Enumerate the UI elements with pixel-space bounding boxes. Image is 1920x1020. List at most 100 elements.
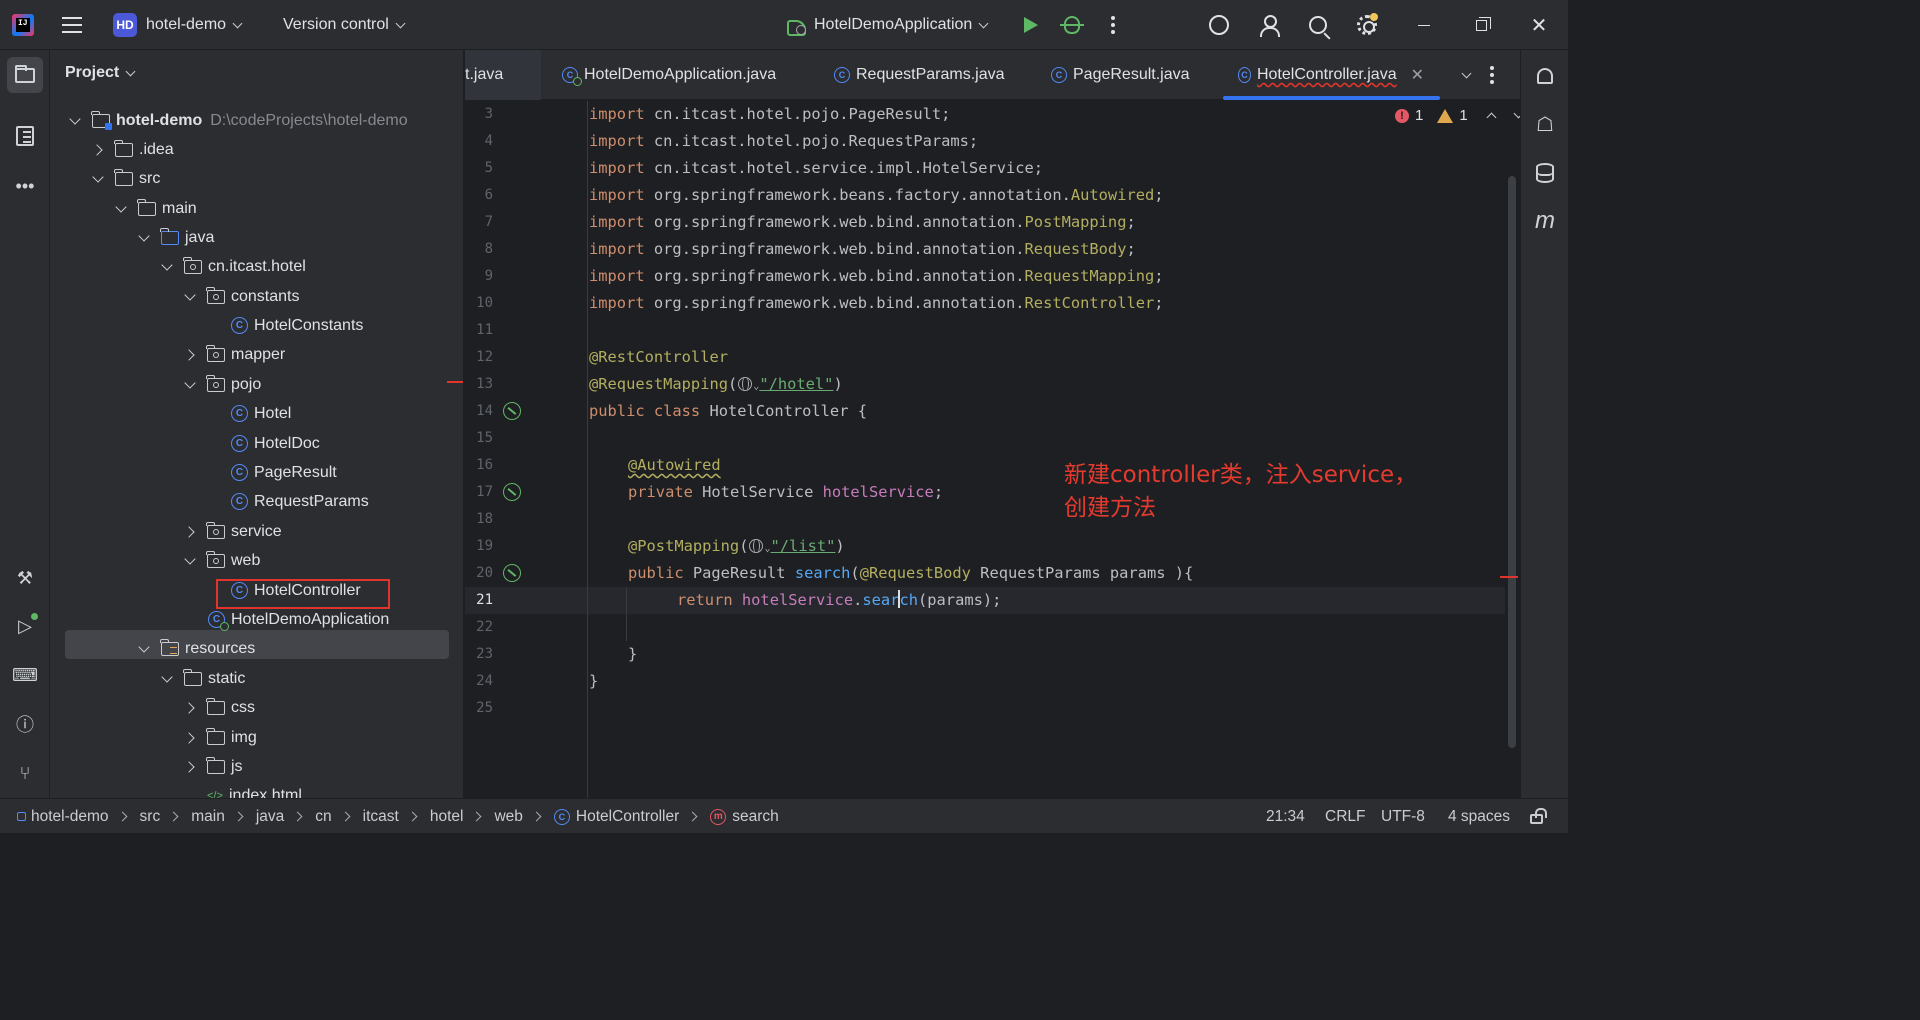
breadcrumb-item[interactable]: src <box>140 808 161 826</box>
collapse-arrow-icon[interactable] <box>182 731 197 745</box>
tree-item-web[interactable]: web <box>183 546 260 575</box>
expand-arrow-icon[interactable] <box>183 552 197 568</box>
chevron-up-icon[interactable] <box>1486 112 1497 123</box>
tree-item-hoteldoc[interactable]: C HotelDoc <box>231 429 320 458</box>
expand-arrow-icon[interactable] <box>137 640 151 656</box>
tree-item-main[interactable]: main <box>114 194 197 223</box>
collapse-arrow-icon[interactable] <box>182 760 197 774</box>
maven-button[interactable]: m <box>1531 207 1559 235</box>
structure-tool-button[interactable] <box>7 118 43 154</box>
git-tool-button[interactable]: ⑂ <box>7 755 43 791</box>
error-stripe-mark[interactable] <box>1500 576 1518 578</box>
globe-icon[interactable] <box>749 539 764 553</box>
breadcrumb-item[interactable]: hotel <box>430 808 464 826</box>
tree-item-service[interactable]: service <box>182 517 282 546</box>
breadcrumb-item[interactable]: java <box>256 808 284 826</box>
spring-autowired-gutter-icon[interactable] <box>503 483 521 501</box>
more-actions-button[interactable] <box>1098 10 1128 40</box>
tab-pageresult[interactable]: C PageResult.java <box>1051 50 1190 100</box>
expand-arrow-icon[interactable] <box>183 376 197 392</box>
tree-item-requestparams[interactable]: C RequestParams <box>231 487 369 516</box>
breadcrumb-item[interactable]: web <box>494 808 522 826</box>
file-encoding[interactable]: UTF-8 <box>1381 799 1425 834</box>
build-tool-button[interactable]: ⚒ <box>7 560 43 596</box>
collapse-arrow-icon[interactable] <box>182 348 197 362</box>
tree-item-hotel-demo[interactable]: hotel-demo D:\codeProjects\hotel-demo <box>68 106 408 135</box>
tree-item-mapper[interactable]: mapper <box>182 340 285 369</box>
collapse-arrow-icon[interactable] <box>90 143 105 157</box>
code-editor[interactable]: 3 4 5 6 7 8 9 10 11 12 13 14 15 16 17 18… <box>465 101 1520 798</box>
expand-arrow-icon[interactable] <box>183 288 197 304</box>
database-button[interactable] <box>1531 159 1559 187</box>
main-menu-icon[interactable] <box>60 0 84 50</box>
breadcrumb-item[interactable]: hotel-demo <box>31 808 109 826</box>
notifications-button[interactable] <box>1531 62 1559 90</box>
tree-item-hotel[interactable]: C Hotel <box>231 399 291 428</box>
tab-requestparams[interactable]: C RequestParams.java <box>834 50 1005 100</box>
ai-chat-button[interactable]: ☖ <box>1531 110 1559 138</box>
project-tool-button[interactable] <box>7 57 43 93</box>
tab-hotelcontroller[interactable]: C HotelController.java ✕ <box>1223 50 1440 100</box>
spring-bean-gutter-icon[interactable] <box>503 402 521 420</box>
project-switcher[interactable]: HD hotel-demo <box>113 0 243 50</box>
collapse-arrow-icon[interactable] <box>182 701 197 715</box>
tree-item-pageresult[interactable]: C PageResult <box>231 458 337 487</box>
code-with-me-button[interactable] <box>1255 10 1285 40</box>
tree-item-cn-itcast-hotel[interactable]: cn.itcast.hotel <box>160 252 306 281</box>
line-separator[interactable]: CRLF <box>1325 799 1365 834</box>
expand-arrow-icon[interactable] <box>160 258 174 274</box>
project-panel-header[interactable]: Project <box>65 64 136 82</box>
tab-hoteldemoapplication[interactable]: C HotelDemoApplication.java <box>562 50 776 100</box>
version-control-menu[interactable]: Version control <box>283 0 406 50</box>
breadcrumb-item[interactable]: main <box>191 808 225 826</box>
close-window-button[interactable]: ✕ <box>1511 0 1567 50</box>
minimize-button[interactable] <box>1396 0 1452 50</box>
search-everywhere-button[interactable] <box>1303 10 1333 40</box>
expand-arrow-icon[interactable] <box>91 170 105 186</box>
spring-endpoint-gutter-icon[interactable] <box>503 564 521 582</box>
tree-item-hoteldemoapplication[interactable]: C HotelDemoApplication <box>208 605 389 634</box>
tree-item-js[interactable]: js <box>182 752 243 781</box>
problems-tool-button[interactable]: ⓘ <box>7 706 43 742</box>
tree-item-resources[interactable]: resources <box>137 634 255 663</box>
tree-item-src[interactable]: src <box>91 164 160 193</box>
caret-position[interactable]: 21:34 <box>1266 799 1305 834</box>
expand-arrow-icon[interactable] <box>160 670 174 686</box>
breadcrumb-item[interactable]: cn <box>315 808 331 826</box>
tab-more-button[interactable] <box>1490 50 1494 100</box>
services-tool-button[interactable]: ▷ <box>7 608 43 644</box>
debug-button[interactable] <box>1057 10 1087 40</box>
tree-item-img[interactable]: img <box>182 723 257 752</box>
tree-item-index-html[interactable]: </> index.html <box>207 781 302 799</box>
tree-item-java[interactable]: java <box>137 223 214 252</box>
indent-setting[interactable]: 4 spaces <box>1448 799 1510 834</box>
tree-item-idea[interactable]: .idea <box>90 135 174 164</box>
settings-button[interactable] <box>1352 10 1382 40</box>
expand-arrow-icon[interactable] <box>137 229 151 245</box>
terminal-tool-button[interactable]: ⌨ <box>7 657 43 693</box>
expand-arrow-icon[interactable] <box>114 200 128 216</box>
editor-scrollbar[interactable] <box>1508 176 1516 748</box>
ai-assistant-button[interactable] <box>1204 10 1234 40</box>
run-configuration-selector[interactable]: HotelDemoApplication <box>786 0 989 50</box>
tab-previous-java[interactable]: t.java <box>465 50 542 100</box>
globe-icon[interactable] <box>738 377 753 391</box>
expand-arrow-icon[interactable] <box>68 112 82 128</box>
chevron-down-icon[interactable] <box>1513 108 1520 119</box>
breadcrumb-item[interactable]: search <box>732 808 779 826</box>
tree-item-static[interactable]: static <box>160 664 245 693</box>
more-tools-button[interactable]: ••• <box>7 168 43 204</box>
breadcrumb-item[interactable]: itcast <box>363 808 399 826</box>
close-tab-icon[interactable]: ✕ <box>1411 65 1424 85</box>
collapse-arrow-icon[interactable] <box>182 525 197 539</box>
tab-list-dropdown[interactable] <box>1455 50 1472 100</box>
tree-item-pojo[interactable]: pojo <box>183 370 261 399</box>
read-only-toggle[interactable] <box>1530 799 1547 834</box>
breadcrumb-item[interactable]: HotelController <box>576 808 679 826</box>
tree-item-constants[interactable]: constants <box>183 282 299 311</box>
tree-item-css[interactable]: css <box>182 693 255 722</box>
inspection-widget[interactable]: ! 1 1 <box>1395 107 1520 124</box>
restore-button[interactable] <box>1453 0 1509 50</box>
tree-item-hotelconstants[interactable]: C HotelConstants <box>231 311 363 340</box>
run-button[interactable] <box>1016 10 1046 40</box>
